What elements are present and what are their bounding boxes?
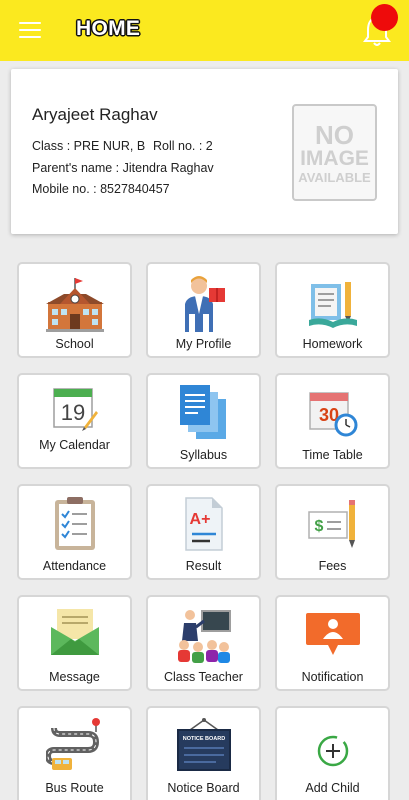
student-name: Aryajeet Raghav	[32, 105, 158, 124]
tile-label: Syllabus	[179, 448, 228, 462]
fees-icon: $	[307, 500, 355, 548]
calendar-icon: 19	[52, 388, 98, 431]
tile-add-child[interactable]: Add Child	[275, 706, 390, 800]
class-info: Class : PRE NUR, B	[32, 139, 146, 153]
svg-text:NOTICE BOARD: NOTICE BOARD	[182, 736, 225, 742]
school-icon	[45, 278, 104, 332]
student-photo-placeholder: NO IMAGE AVAILABLE	[292, 104, 377, 201]
tile-label: Class Teacher	[164, 670, 243, 684]
homework-icon	[308, 282, 357, 328]
notification-badge[interactable]	[371, 4, 398, 31]
student-profile-card[interactable]: Aryajeet Raghav Class : PRE NUR, B Roll …	[11, 69, 398, 234]
tile-notification[interactable]: Notification	[275, 595, 390, 691]
message-icon	[50, 609, 99, 655]
tile-notice-board[interactable]: NOTICE BOARD Notice Board	[146, 706, 261, 800]
tile-label: Fees	[318, 559, 347, 573]
tile-label: Attendance	[42, 559, 107, 573]
tile-class-teacher[interactable]: Class Teacher	[146, 595, 261, 691]
svg-text:$: $	[314, 518, 323, 535]
page-title: HOME	[76, 17, 141, 40]
tile-label: Add Child	[305, 781, 360, 795]
tile-school[interactable]: School	[17, 262, 132, 358]
roll-number: Roll no. : 2	[153, 139, 213, 153]
mobile-number: Mobile no. : 8527840457	[32, 182, 170, 196]
tile-time-table[interactable]: 30 Time Table	[275, 373, 390, 469]
tile-my-calendar[interactable]: 19 My Calendar	[17, 373, 132, 469]
add-child-icon	[317, 735, 348, 767]
tile-attendance[interactable]: Attendance	[17, 484, 132, 580]
tile-message[interactable]: Message	[17, 595, 132, 691]
syllabus-icon	[179, 385, 226, 439]
attendance-icon	[54, 497, 95, 550]
hamburger-menu-icon[interactable]	[19, 22, 41, 40]
profile-icon	[184, 276, 225, 332]
tile-label: School	[55, 337, 94, 351]
svg-text:A+: A+	[189, 511, 210, 528]
tile-label: Time Table	[302, 448, 363, 462]
bus-route-icon	[45, 718, 100, 770]
tile-my-profile[interactable]: My Profile	[146, 262, 261, 358]
tile-syllabus[interactable]: Syllabus	[146, 373, 261, 469]
notice-board-icon: NOTICE BOARD	[176, 718, 231, 771]
parent-name: Parent's name : Jitendra Raghav	[32, 161, 214, 175]
tile-bus-route[interactable]: Bus Route	[17, 706, 132, 800]
app-bar: HOME	[0, 0, 409, 61]
tile-label: Message	[49, 670, 100, 684]
tile-label: My Profile	[175, 337, 232, 351]
timetable-icon: 30	[308, 392, 357, 437]
class-teacher-icon	[177, 610, 231, 663]
svg-text:19: 19	[60, 400, 84, 425]
tile-result[interactable]: A+ Result	[146, 484, 261, 580]
notification-icon	[305, 613, 360, 655]
tile-label: Notification	[301, 670, 364, 684]
tile-homework[interactable]: Homework	[275, 262, 390, 358]
tile-label: My Calendar	[39, 438, 110, 452]
tile-label: Homework	[302, 337, 363, 351]
tile-label: Bus Route	[45, 781, 104, 795]
tile-label: Result	[185, 559, 222, 573]
tile-label: Notice Board	[167, 781, 240, 795]
result-icon: A+	[184, 497, 223, 551]
tile-fees[interactable]: $ Fees	[275, 484, 390, 580]
